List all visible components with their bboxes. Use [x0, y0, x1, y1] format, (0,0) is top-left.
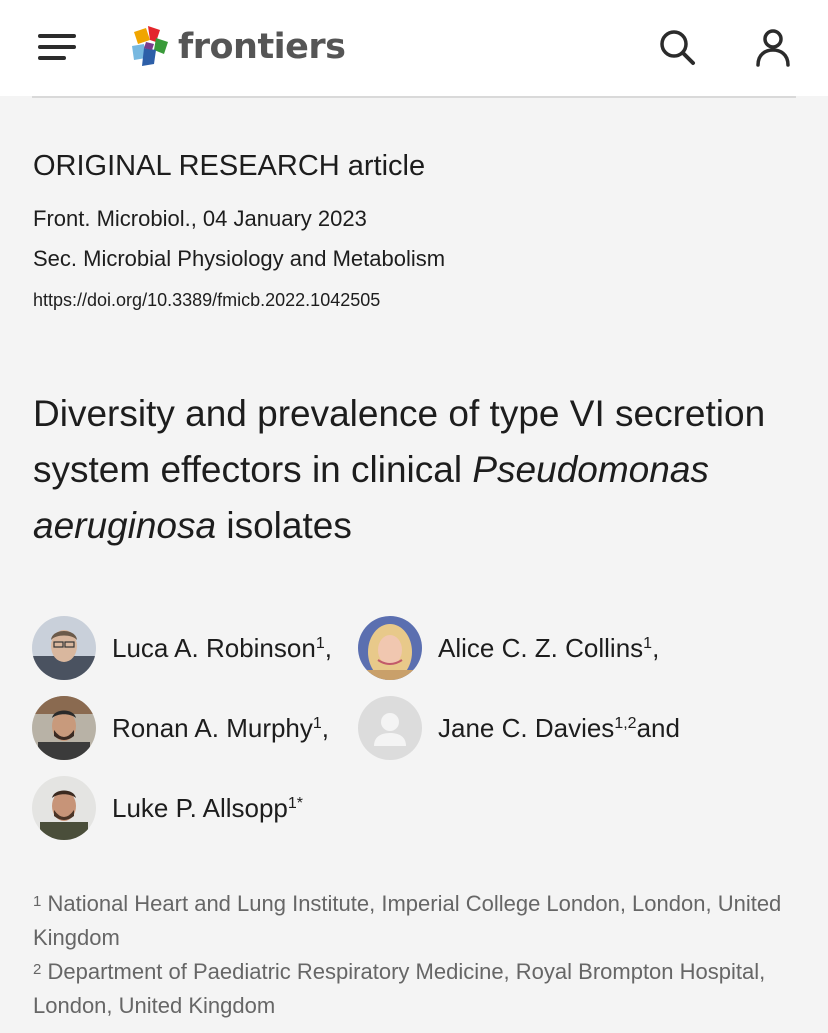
affiliation-text: National Heart and Lung Institute, Imper…	[33, 891, 782, 950]
author-separator: and	[636, 712, 680, 743]
doi-link[interactable]: https://doi.org/10.3389/fmicb.2022.10425…	[33, 290, 380, 311]
author-separator: ,	[324, 632, 332, 663]
article-type: ORIGINAL RESEARCH article	[33, 150, 426, 182]
search-icon[interactable]	[656, 26, 698, 68]
affiliation: 2 Department of Paediatric Respiratory M…	[33, 955, 793, 1023]
article-title: Diversity and prevalence of type VI secr…	[33, 386, 793, 554]
author-avatar	[32, 616, 96, 680]
author-affiliation-ref: 1	[315, 635, 325, 652]
author-name: Luca A. Robinson	[112, 632, 316, 663]
author-item[interactable]: Luca A. Robinson 1,	[32, 616, 332, 680]
author-name: Luke P. Allsopp	[112, 792, 288, 823]
affiliation-text: Department of Paediatric Respiratory Med…	[33, 959, 766, 1018]
header-divider	[32, 96, 796, 98]
brand-name: frontiers	[178, 27, 346, 67]
author-avatar	[32, 696, 96, 760]
journal-date: Front. Microbiol., 04 January 2023	[33, 206, 367, 231]
hamburger-menu-icon[interactable]	[38, 32, 78, 62]
affiliation-number: 2	[33, 961, 42, 978]
frontiers-logo-mark-icon	[132, 26, 168, 66]
author-item[interactable]: Jane C. Davies 1,2 and	[358, 696, 680, 760]
author-separator: ,	[321, 712, 330, 743]
journal-section: Sec. Microbial Physiology and Metabolism	[33, 246, 446, 271]
author-item[interactable]: Alice C. Z. Collins 1,	[358, 616, 659, 680]
author-affiliation-ref: 1*	[287, 795, 304, 812]
author-affiliation-ref: 1	[312, 715, 322, 732]
author-avatar	[358, 616, 422, 680]
author-name: Ronan A. Murphy	[112, 712, 313, 743]
author-affiliation-ref: 1	[643, 635, 653, 652]
author-name: Jane C. Davies	[438, 712, 615, 743]
user-icon[interactable]	[752, 26, 794, 68]
affiliation-number: 1	[33, 893, 42, 910]
title-text-end: isolates	[216, 505, 352, 546]
default-avatar-icon	[358, 696, 422, 760]
site-header: frontiers	[0, 0, 828, 96]
author-separator: ,	[652, 632, 660, 663]
frontiers-logo[interactable]: frontiers	[130, 22, 346, 72]
affiliation: 1 National Heart and Lung Institute, Imp…	[33, 887, 793, 955]
author-avatar	[32, 776, 96, 840]
author-affiliation-ref: 1,2	[614, 715, 637, 732]
author-name: Alice C. Z. Collins	[438, 632, 644, 663]
author-item[interactable]: Ronan A. Murphy 1,	[32, 696, 329, 760]
author-item[interactable]: Luke P. Allsopp 1*	[32, 776, 303, 840]
